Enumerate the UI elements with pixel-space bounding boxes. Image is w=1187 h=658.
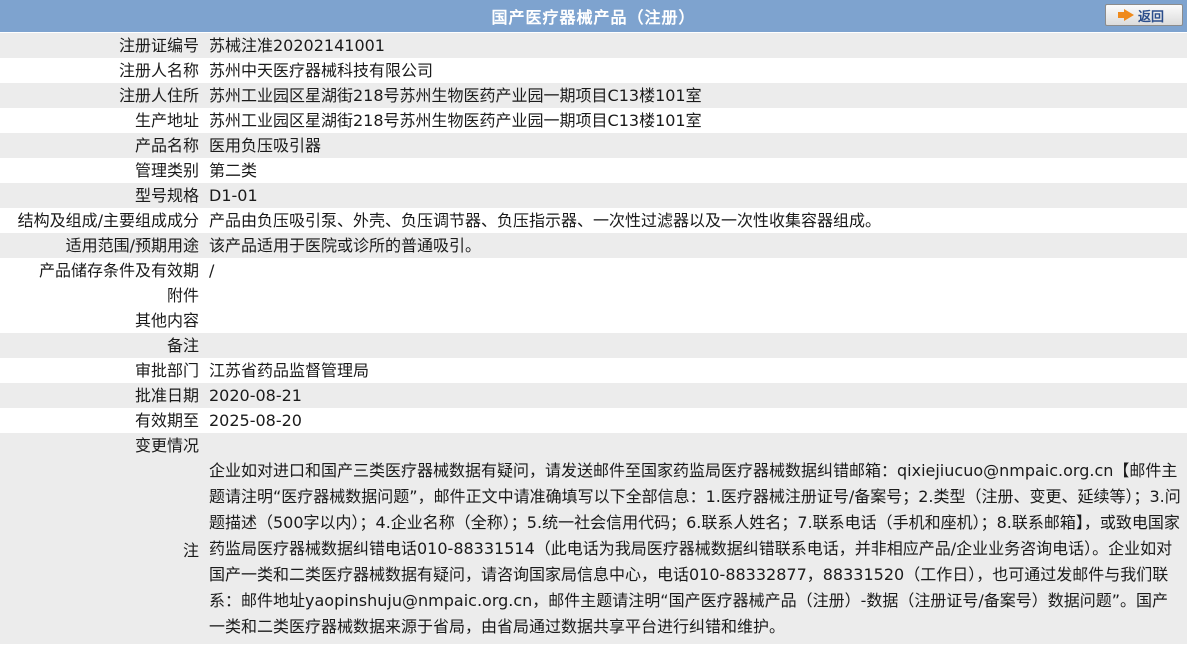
table-row: 注册人住所 苏州工业园区星湖街218号苏州生物医药产业园一期项目C13楼101室 xyxy=(0,83,1187,108)
page-title: 国产医疗器械产品（注册） xyxy=(491,8,696,27)
table-row: 注册证编号 苏械注准20202141001 xyxy=(0,33,1187,58)
field-label: 其他内容 xyxy=(134,310,199,330)
field-value: 2020-08-21 xyxy=(205,383,1187,408)
back-button[interactable]: 返回 xyxy=(1105,4,1183,26)
field-value: 该产品适用于医院或诊所的普通吸引。 xyxy=(205,233,1187,258)
field-value: 苏械注准20202141001 xyxy=(205,33,1187,58)
field-label: 注册人住所 xyxy=(0,83,205,108)
field-value xyxy=(205,433,1187,458)
field-label: 注册人名称 xyxy=(118,60,199,80)
arrow-right-icon xyxy=(1117,9,1134,21)
table-row: 批准日期 2020-08-21 xyxy=(0,383,1187,408)
back-button-label: 返回 xyxy=(1137,9,1164,25)
table-row: 管理类别 第二类 xyxy=(0,158,1187,183)
table-row: 型号规格 D1-01 xyxy=(0,183,1187,208)
table-row: 有效期至 2025-08-20 xyxy=(0,408,1187,433)
field-value: 苏州工业园区星湖街218号苏州生物医药产业园一期项目C13楼101室 xyxy=(209,110,702,130)
field-label: 备注 xyxy=(0,333,205,358)
table-row: 注册人名称 苏州中天医疗器械科技有限公司 xyxy=(0,58,1187,83)
table-row: 适用范围/预期用途 该产品适用于医院或诊所的普通吸引。 xyxy=(0,233,1187,258)
field-value: 医用负压吸引器 xyxy=(205,133,1187,158)
field-label: 结构及组成/主要组成成分 xyxy=(17,210,199,230)
field-value: 苏州工业园区星湖街218号苏州生物医药产业园一期项目C13楼101室 xyxy=(205,83,1187,108)
field-value: 第二类 xyxy=(209,160,258,180)
field-label: 产品名称 xyxy=(0,133,205,158)
field-label: 适用范围/预期用途 xyxy=(0,233,205,258)
note-label: 注 xyxy=(0,458,205,644)
field-label: 产品储存条件及有效期 xyxy=(38,260,199,280)
detail-table: 注册证编号 苏械注准20202141001 注册人名称 苏州中天医疗器械科技有限… xyxy=(0,33,1187,644)
table-row: 备注 xyxy=(0,333,1187,358)
table-row: 附件 xyxy=(0,283,1187,308)
note-text: 企业如对进口和国产三类医疗器械数据有疑问，请发送邮件至国家药监局医疗器械数据纠错… xyxy=(205,458,1187,644)
field-value: 苏州中天医疗器械科技有限公司 xyxy=(209,60,434,80)
field-label: 变更情况 xyxy=(0,433,205,458)
field-label: 审批部门 xyxy=(134,360,199,380)
table-row: 结构及组成/主要组成成分 产品由负压吸引泵、外壳、负压调节器、负压指示器、一次性… xyxy=(0,208,1187,233)
table-row: 其他内容 xyxy=(0,308,1187,333)
note-row: 注 企业如对进口和国产三类医疗器械数据有疑问，请发送邮件至国家药监局医疗器械数据… xyxy=(0,458,1187,644)
table-row: 生产地址 苏州工业园区星湖街218号苏州生物医药产业园一期项目C13楼101室 xyxy=(0,108,1187,133)
field-value xyxy=(205,333,1187,358)
table-row: 产品储存条件及有效期 / xyxy=(0,258,1187,283)
table-row: 变更情况 xyxy=(0,433,1187,458)
field-label: 附件 xyxy=(166,285,199,305)
field-value: 江苏省药品监督管理局 xyxy=(209,360,370,380)
field-value xyxy=(205,283,1187,308)
table-row: 产品名称 医用负压吸引器 xyxy=(0,133,1187,158)
field-label: 批准日期 xyxy=(0,383,205,408)
field-label: 生产地址 xyxy=(134,110,199,130)
field-value: D1-01 xyxy=(205,183,1187,208)
header-bar: 国产医疗器械产品（注册） 返回 xyxy=(0,0,1187,33)
field-label: 管理类别 xyxy=(134,160,199,180)
field-value: / xyxy=(209,260,215,280)
table-row: 审批部门 江苏省药品监督管理局 xyxy=(0,358,1187,383)
field-label: 有效期至 xyxy=(134,410,199,430)
field-value: 产品由负压吸引泵、外壳、负压调节器、负压指示器、一次性过滤器以及一次性收集容器组… xyxy=(209,210,882,230)
field-value: 2025-08-20 xyxy=(209,410,302,430)
field-value xyxy=(205,308,1187,333)
field-label: 注册证编号 xyxy=(0,33,205,58)
field-label: 型号规格 xyxy=(0,183,205,208)
